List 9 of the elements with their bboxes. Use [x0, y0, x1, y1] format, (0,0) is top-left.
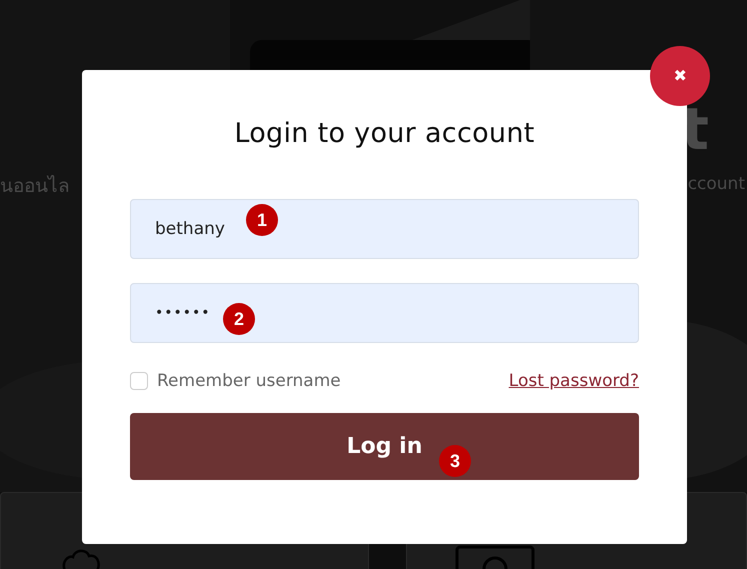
remember-label: Remember username: [157, 371, 341, 391]
login-button[interactable]: Log in 3: [130, 413, 639, 480]
remember-checkbox[interactable]: [130, 372, 148, 390]
dialog-title: Login to your account: [234, 118, 535, 149]
subtitle-text: ccount: [688, 174, 745, 196]
monitor-icon: [455, 545, 536, 569]
step-marker: 3: [439, 445, 471, 477]
cloud-icon: [61, 547, 101, 569]
lost-password-link[interactable]: Lost password?: [508, 371, 639, 391]
